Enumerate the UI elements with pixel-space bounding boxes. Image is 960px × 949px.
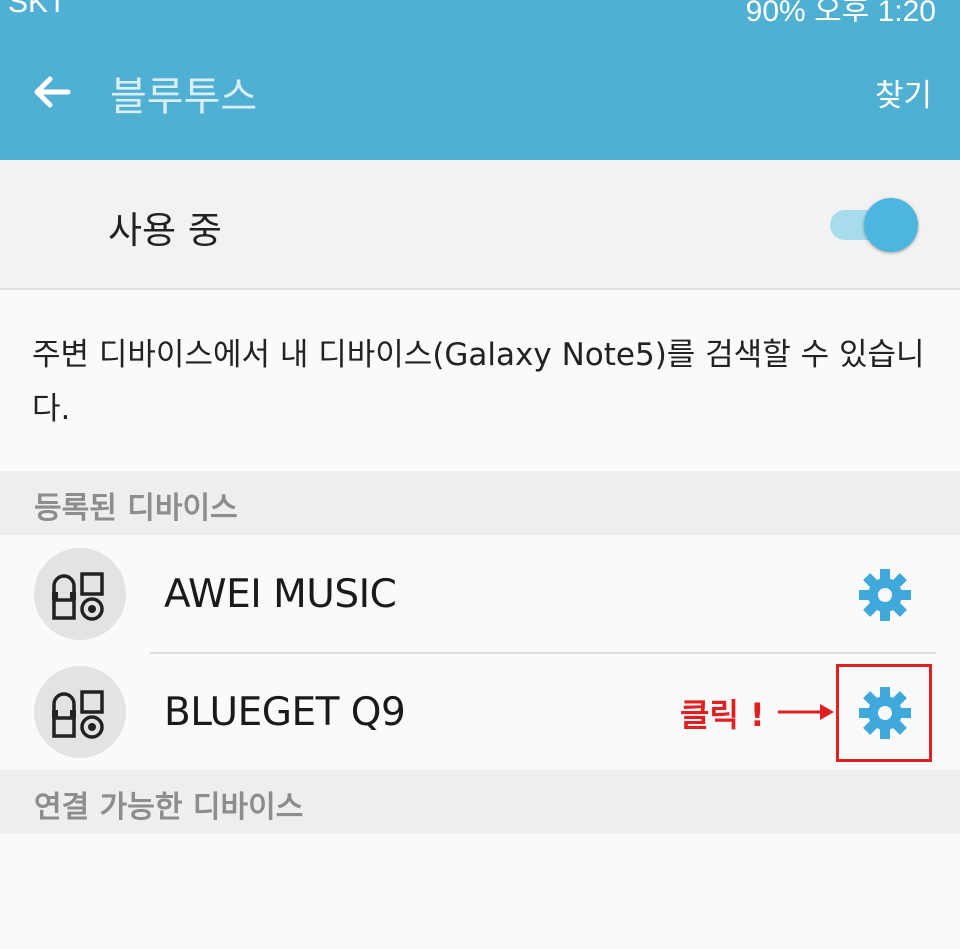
paired-devices-header-label: 등록된 디바이스 <box>34 491 238 526</box>
toggle-label: 사용 중 <box>108 209 222 252</box>
bluetooth-toggle-row[interactable]: 사용 중 <box>0 160 960 290</box>
page-title: 블루투스 <box>110 74 258 120</box>
headphone-device-icon <box>34 548 126 640</box>
click-annotation-label: 클릭 ! <box>680 696 765 734</box>
back-arrow-icon[interactable] <box>28 68 76 116</box>
annotation-highlight-box <box>836 664 932 762</box>
paired-device-row[interactable]: AWEI MUSIC <box>0 536 960 652</box>
gear-icon[interactable] <box>858 568 912 622</box>
bluetooth-switch[interactable] <box>826 196 922 252</box>
available-devices-header-label: 연결 가능한 디바이스 <box>34 790 304 825</box>
switch-thumb <box>864 198 918 252</box>
device-name: AWEI MUSIC <box>164 572 397 617</box>
clock: 오후 1:20 <box>814 0 936 22</box>
annotation-arrow-icon <box>778 704 834 720</box>
app-bar: 블루투스 찾기 <box>0 22 960 160</box>
device-name: BLUEGET Q9 <box>164 690 406 735</box>
status-right: 90% 오후 1:20 <box>746 0 936 22</box>
scan-button[interactable]: 찾기 <box>875 70 932 115</box>
headphone-device-icon <box>34 666 126 758</box>
visibility-description: 주변 디바이스에서 내 디바이스(Galaxy Note5)를 검색할 수 있습… <box>32 337 925 427</box>
available-devices-header: 연결 가능한 디바이스 <box>0 770 960 834</box>
battery-level: 90% <box>745 0 806 22</box>
carrier-label: SKT <box>8 0 67 19</box>
paired-devices-header: 등록된 디바이스 <box>0 471 960 535</box>
status-bar: SKT 90% 오후 1:20 <box>0 0 960 22</box>
